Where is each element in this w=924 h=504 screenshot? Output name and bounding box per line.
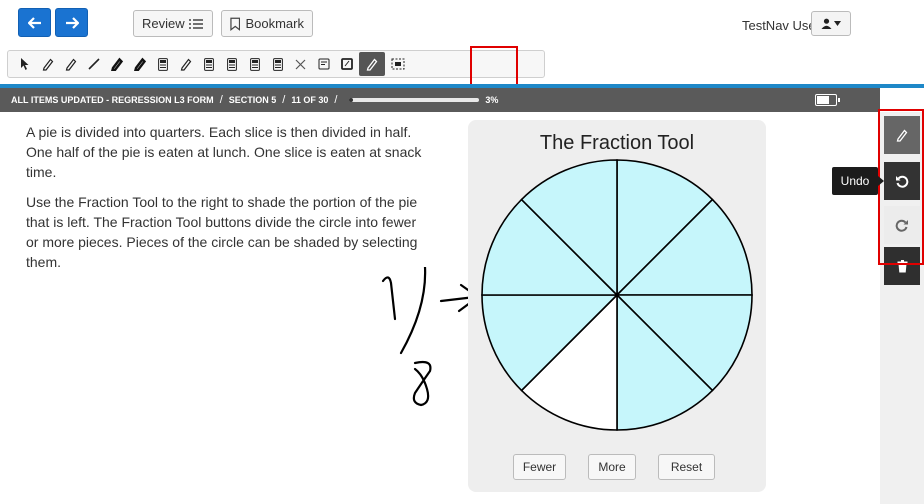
user-icon [821, 18, 832, 29]
user-menu-button[interactable] [811, 11, 851, 36]
highlighter-tool-2[interactable] [175, 54, 196, 75]
fraction-tool-title: The Fraction Tool [539, 132, 695, 154]
user-name: TestNav User [741, 18, 820, 33]
notepad-icon [318, 58, 329, 70]
calculator-tool-2[interactable] [198, 54, 219, 75]
section-name: SECTION 5 [228, 95, 277, 105]
pointer-icon [20, 58, 28, 70]
clear-tool[interactable] [290, 54, 311, 75]
annotation-box-right-tools [878, 109, 924, 265]
screen-icon [391, 58, 404, 70]
reset-button[interactable]: Reset [658, 454, 715, 480]
calculator-tool-5[interactable] [267, 54, 288, 75]
calculator-tool-4[interactable] [244, 54, 265, 75]
item-position: 11 OF 30 [291, 95, 329, 105]
breadcrumb-separator: / [219, 94, 223, 106]
calculator-tool[interactable] [152, 54, 173, 75]
calculator-icon [157, 57, 168, 71]
fewer-button[interactable]: Fewer [513, 454, 566, 480]
pen-icon [133, 57, 146, 71]
calculator-icon [203, 57, 214, 71]
undo-tooltip: Undo [832, 167, 884, 195]
progress-fill [349, 98, 354, 102]
eraser-tool[interactable] [60, 54, 81, 75]
pen-icon [110, 57, 123, 71]
arrow-left-icon [27, 16, 41, 29]
progress-percent: 3% [485, 95, 499, 105]
line-tool[interactable] [83, 54, 104, 75]
pencil-tool-active[interactable] [359, 52, 385, 76]
pen-tool[interactable] [106, 54, 127, 75]
close-icon [295, 59, 306, 69]
top-bar: Review Bookmark TestNav User [0, 0, 924, 46]
bookmark-button[interactable]: Bookmark [221, 10, 313, 37]
pointer-tool[interactable] [14, 54, 35, 75]
more-button[interactable]: More [588, 454, 636, 480]
line-icon [87, 58, 100, 70]
pencil-icon [366, 58, 378, 71]
previous-button[interactable] [18, 8, 51, 37]
eraser-icon [65, 58, 76, 71]
highlighter-icon [180, 58, 191, 71]
calculator-icon [249, 57, 260, 71]
question-text: A pie is divided into quarters. Each sli… [26, 122, 426, 282]
breadcrumb-separator: / [334, 94, 338, 106]
highlighter-icon [42, 58, 53, 71]
notepad-tool-2[interactable] [336, 54, 357, 75]
bookmark-label: Bookmark [245, 16, 304, 31]
battery-icon [815, 94, 840, 106]
notepad-icon [340, 58, 353, 70]
tool-strip [7, 50, 545, 78]
arrow-right-icon [65, 16, 79, 29]
breadcrumb-separator: / [282, 94, 286, 106]
calculator-icon [226, 57, 237, 71]
highlighter-tool[interactable] [37, 54, 58, 75]
review-button[interactable]: Review [133, 10, 213, 37]
list-icon [188, 18, 203, 29]
question-paragraph-1: A pie is divided into quarters. Each sli… [26, 124, 422, 180]
calculator-icon [272, 57, 283, 71]
item-content: A pie is divided into quarters. Each sli… [0, 112, 880, 504]
progress-bar [349, 98, 480, 102]
screen-tool[interactable] [387, 54, 408, 75]
question-paragraph-2: Use the Fraction Tool to the right to sh… [26, 194, 418, 270]
pen-tool-2[interactable] [129, 54, 150, 75]
fraction-circle[interactable] [480, 158, 754, 432]
form-name: ALL ITEMS UPDATED - REGRESSION L3 FORM [11, 95, 214, 105]
calculator-tool-3[interactable] [221, 54, 242, 75]
caret-down-icon [834, 21, 841, 26]
fraction-tool-panel: The Fraction Tool Fewer More Reset [468, 120, 766, 492]
review-label: Review [142, 16, 185, 31]
breadcrumb: ALL ITEMS UPDATED - REGRESSION L3 FORM /… [0, 88, 880, 112]
notepad-tool[interactable] [313, 54, 334, 75]
next-button[interactable] [55, 8, 88, 37]
bookmark-icon [230, 17, 241, 31]
